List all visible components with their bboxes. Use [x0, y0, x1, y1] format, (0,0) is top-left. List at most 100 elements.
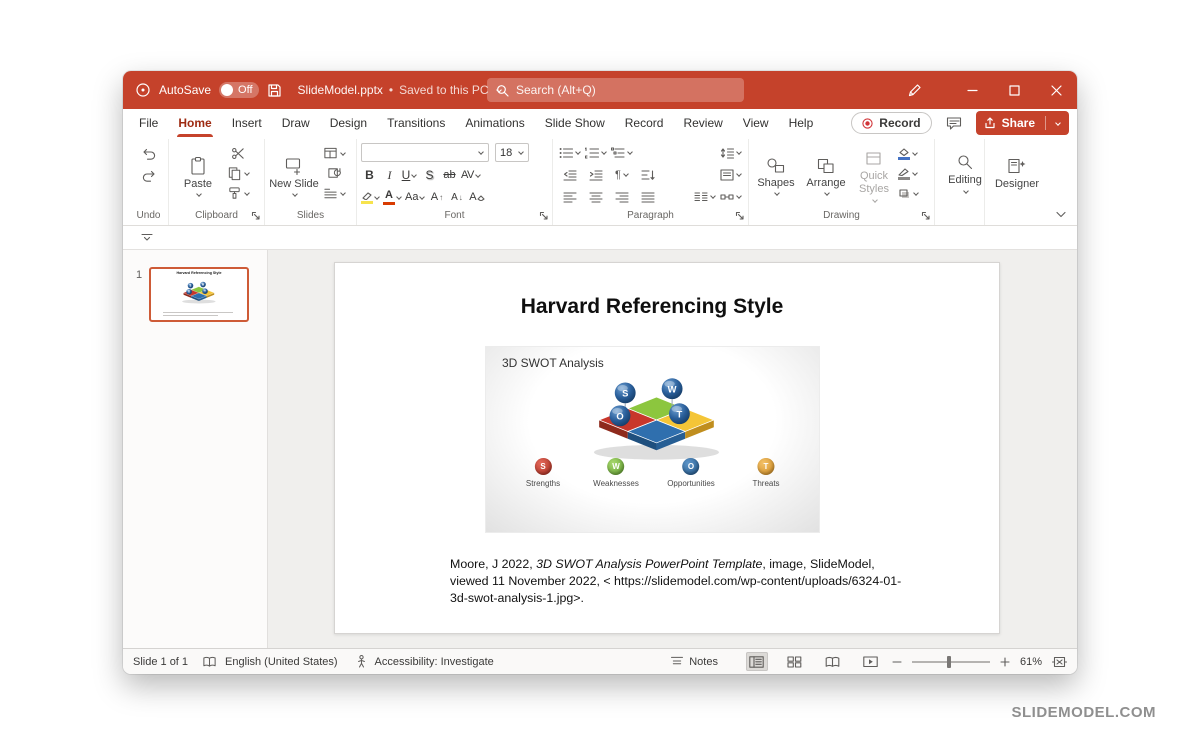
editing-button[interactable]: Editing [939, 141, 991, 205]
sort-button[interactable] [637, 165, 659, 184]
zoom-in-button[interactable] [1000, 656, 1010, 667]
arrange-button[interactable]: Arrange [801, 141, 851, 208]
zoom-level-button[interactable]: 61% [1020, 656, 1042, 668]
quick-styles-button[interactable]: Quick Styles [853, 141, 895, 208]
fit-to-window-button[interactable] [1052, 656, 1067, 668]
reading-view-button[interactable] [822, 652, 844, 671]
share-button[interactable]: Share [975, 111, 1069, 135]
ink-pen-button[interactable] [899, 71, 929, 109]
align-text-button[interactable] [720, 165, 742, 184]
tab-record[interactable]: Record [615, 109, 674, 137]
tab-review[interactable]: Review [673, 109, 732, 137]
slide-title[interactable]: Harvard Referencing Style [335, 295, 999, 319]
tab-draw[interactable]: Draw [272, 109, 320, 137]
strikethrough-button[interactable]: ab [441, 166, 458, 184]
comments-button[interactable] [941, 112, 967, 134]
multilevel-list-button[interactable] [611, 143, 633, 162]
paste-button[interactable]: Paste [173, 141, 223, 208]
font-name-select[interactable] [361, 143, 489, 162]
tab-transitions[interactable]: Transitions [377, 109, 455, 137]
copy-button[interactable] [227, 164, 250, 183]
shape-outline-button[interactable] [897, 164, 919, 183]
citation-text[interactable]: Moore, J 2022, 3D SWOT Analysis PowerPoi… [450, 556, 902, 607]
slide-sorter-view-button[interactable] [784, 652, 806, 671]
search-box[interactable] [487, 78, 744, 102]
decrease-font-size-button[interactable]: A ↓ [448, 188, 465, 206]
language-button[interactable]: English (United States) [225, 656, 338, 668]
paragraph-dialog-launcher[interactable] [735, 211, 745, 221]
zoom-out-button[interactable] [892, 657, 902, 667]
pane-toggle-icon[interactable] [141, 233, 153, 243]
minimize-button[interactable] [951, 71, 993, 109]
italic-button[interactable]: I [381, 166, 398, 184]
character-spacing-button[interactable]: AV [461, 166, 481, 184]
designer-button[interactable]: Designer [989, 141, 1045, 205]
align-left-button[interactable] [559, 187, 581, 206]
font-size-select[interactable]: 18 [495, 143, 529, 162]
zoom-slider[interactable] [911, 655, 990, 669]
align-right-button[interactable] [611, 187, 633, 206]
slideshow-view-button[interactable] [860, 652, 882, 671]
reset-slide-button[interactable] [323, 164, 346, 183]
line-spacing-button[interactable] [720, 143, 742, 162]
shapes-button[interactable]: Shapes [753, 141, 799, 208]
tab-animations[interactable]: Animations [455, 109, 534, 137]
bold-button[interactable]: B [361, 166, 378, 184]
slide-canvas-area[interactable]: Harvard Referencing Style 3D SWOT Analys… [268, 250, 1077, 648]
cut-button[interactable] [227, 144, 250, 163]
increase-indent-button[interactable] [585, 165, 607, 184]
format-painter-button[interactable] [227, 184, 250, 203]
text-highlight-button[interactable] [361, 188, 380, 206]
tab-view[interactable]: View [733, 109, 779, 137]
justify-button[interactable] [637, 187, 659, 206]
text-shadow-button[interactable]: S [421, 166, 438, 184]
font-color-button[interactable]: A [383, 188, 402, 206]
redo-button[interactable] [138, 166, 160, 185]
shape-fill-button[interactable] [897, 144, 919, 163]
undo-button[interactable] [138, 144, 160, 163]
font-dialog-launcher[interactable] [539, 211, 549, 221]
decrease-indent-button[interactable] [559, 165, 581, 184]
slide-thumbnail[interactable]: Harvard Referencing Style [149, 267, 250, 322]
notes-toggle[interactable]: Notes [670, 656, 718, 668]
maximize-button[interactable] [993, 71, 1035, 109]
tab-help[interactable]: Help [779, 109, 824, 137]
tab-insert[interactable]: Insert [222, 109, 272, 137]
normal-view-button[interactable] [745, 652, 768, 671]
shape-effects-button[interactable] [897, 184, 919, 203]
accessibility-checker-button[interactable] [356, 655, 367, 668]
zoom-slider-thumb[interactable] [947, 655, 952, 668]
record-button[interactable]: Record [851, 112, 932, 134]
search-input[interactable] [516, 83, 735, 97]
titlebar[interactable]: AutoSave Off SlideModel.pptx • Saved to … [123, 71, 1077, 109]
text-direction-button[interactable]: ¶ [611, 165, 633, 184]
thumbnail-swot-diagram [176, 281, 222, 305]
document-title[interactable]: SlideModel.pptx • Saved to this PC [298, 83, 502, 97]
slide-layout-button[interactable] [323, 144, 346, 163]
slide-canvas[interactable]: Harvard Referencing Style 3D SWOT Analys… [334, 262, 1000, 634]
tab-home[interactable]: Home [168, 109, 221, 137]
drawing-dialog-launcher[interactable] [921, 211, 931, 221]
convert-to-smartart-button[interactable] [720, 187, 742, 206]
tab-file[interactable]: File [129, 109, 168, 137]
align-center-button[interactable] [585, 187, 607, 206]
accessibility-status[interactable]: Accessibility: Investigate [375, 656, 494, 668]
bullets-button[interactable] [559, 143, 581, 162]
tab-design[interactable]: Design [320, 109, 377, 137]
autosave-toggle[interactable]: Off [219, 82, 259, 98]
save-button[interactable] [267, 83, 282, 98]
collapse-ribbon-button[interactable] [1055, 211, 1067, 219]
columns-button[interactable] [694, 187, 716, 206]
spellcheck-button[interactable] [202, 656, 217, 668]
section-button[interactable] [323, 184, 346, 203]
clipboard-dialog-launcher[interactable] [251, 211, 261, 221]
increase-font-size-button[interactable]: A ↑ [428, 188, 445, 206]
clear-formatting-button[interactable]: A [468, 188, 485, 206]
numbering-button[interactable] [585, 143, 607, 162]
close-button[interactable] [1035, 71, 1077, 109]
new-slide-button[interactable]: New Slide [269, 141, 319, 208]
underline-button[interactable]: U [401, 166, 418, 184]
swot-image[interactable]: 3D SWOT Analysis S Strengths W Weaknesse… [485, 346, 820, 533]
tab-slide-show[interactable]: Slide Show [535, 109, 615, 137]
change-case-button[interactable]: Aa [405, 188, 426, 206]
